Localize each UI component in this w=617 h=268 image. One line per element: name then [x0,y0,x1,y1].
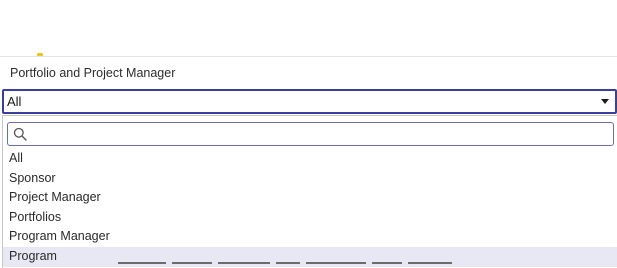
option-all[interactable]: All [3,149,617,169]
search-icon [13,127,27,141]
divider [0,56,617,57]
role-select[interactable]: All [2,89,617,114]
search-box[interactable] [7,122,614,146]
chevron-down-icon[interactable] [601,99,609,104]
dropdown-menu: All Sponsor Project Manager Portfolios P… [2,115,617,268]
search-input[interactable] [32,125,602,143]
option-sponsor[interactable]: Sponsor [3,169,617,189]
obscured-text [118,262,498,268]
filter-panel: Portfolio and Project Manager All All Sp… [0,0,617,268]
field-label: Portfolio and Project Manager [10,66,176,80]
selected-value: All [7,94,22,109]
options-list: All Sponsor Project Manager Portfolios P… [3,149,617,267]
option-project-manager[interactable]: Project Manager [3,188,617,208]
option-portfolios[interactable]: Portfolios [3,208,617,228]
option-program-manager[interactable]: Program Manager [3,227,617,247]
